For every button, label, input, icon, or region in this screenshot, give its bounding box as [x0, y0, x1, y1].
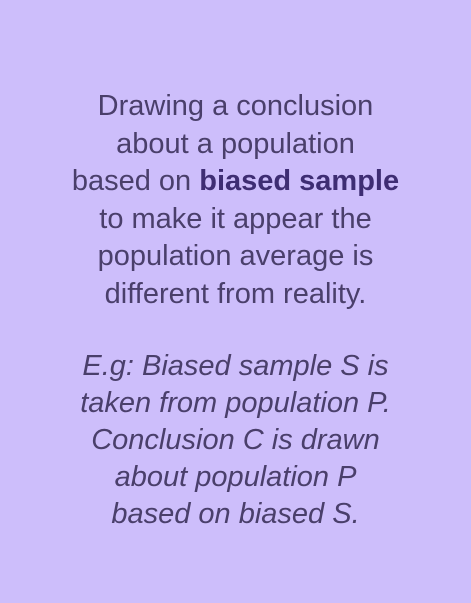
definition-line: different from reality. — [104, 277, 367, 310]
example-line: about population P — [114, 461, 357, 493]
definition-line: population average is — [97, 240, 374, 272]
definition-text: Drawing a conclusion about a population … — [0, 88, 471, 313]
biased-sample-term: biased sample — [199, 165, 400, 197]
definition-line: about a population — [116, 127, 355, 160]
definition-line: Drawing a conclusion — [97, 90, 374, 122]
example-line: E.g: Biased sample S is — [82, 350, 389, 382]
example-text: E.g: Biased sample S is taken from popul… — [0, 348, 471, 533]
definition-line: based on biased sample — [0, 163, 471, 201]
definition-line: to make it appear the — [99, 202, 372, 235]
example-line: taken from population P. — [80, 387, 391, 419]
example-line: Conclusion C is drawn — [91, 424, 380, 456]
flashcard: Drawing a conclusion about a population … — [0, 0, 471, 603]
example-line: based on biased S. — [111, 498, 360, 530]
definition-line-prefix: based on — [71, 165, 200, 197]
